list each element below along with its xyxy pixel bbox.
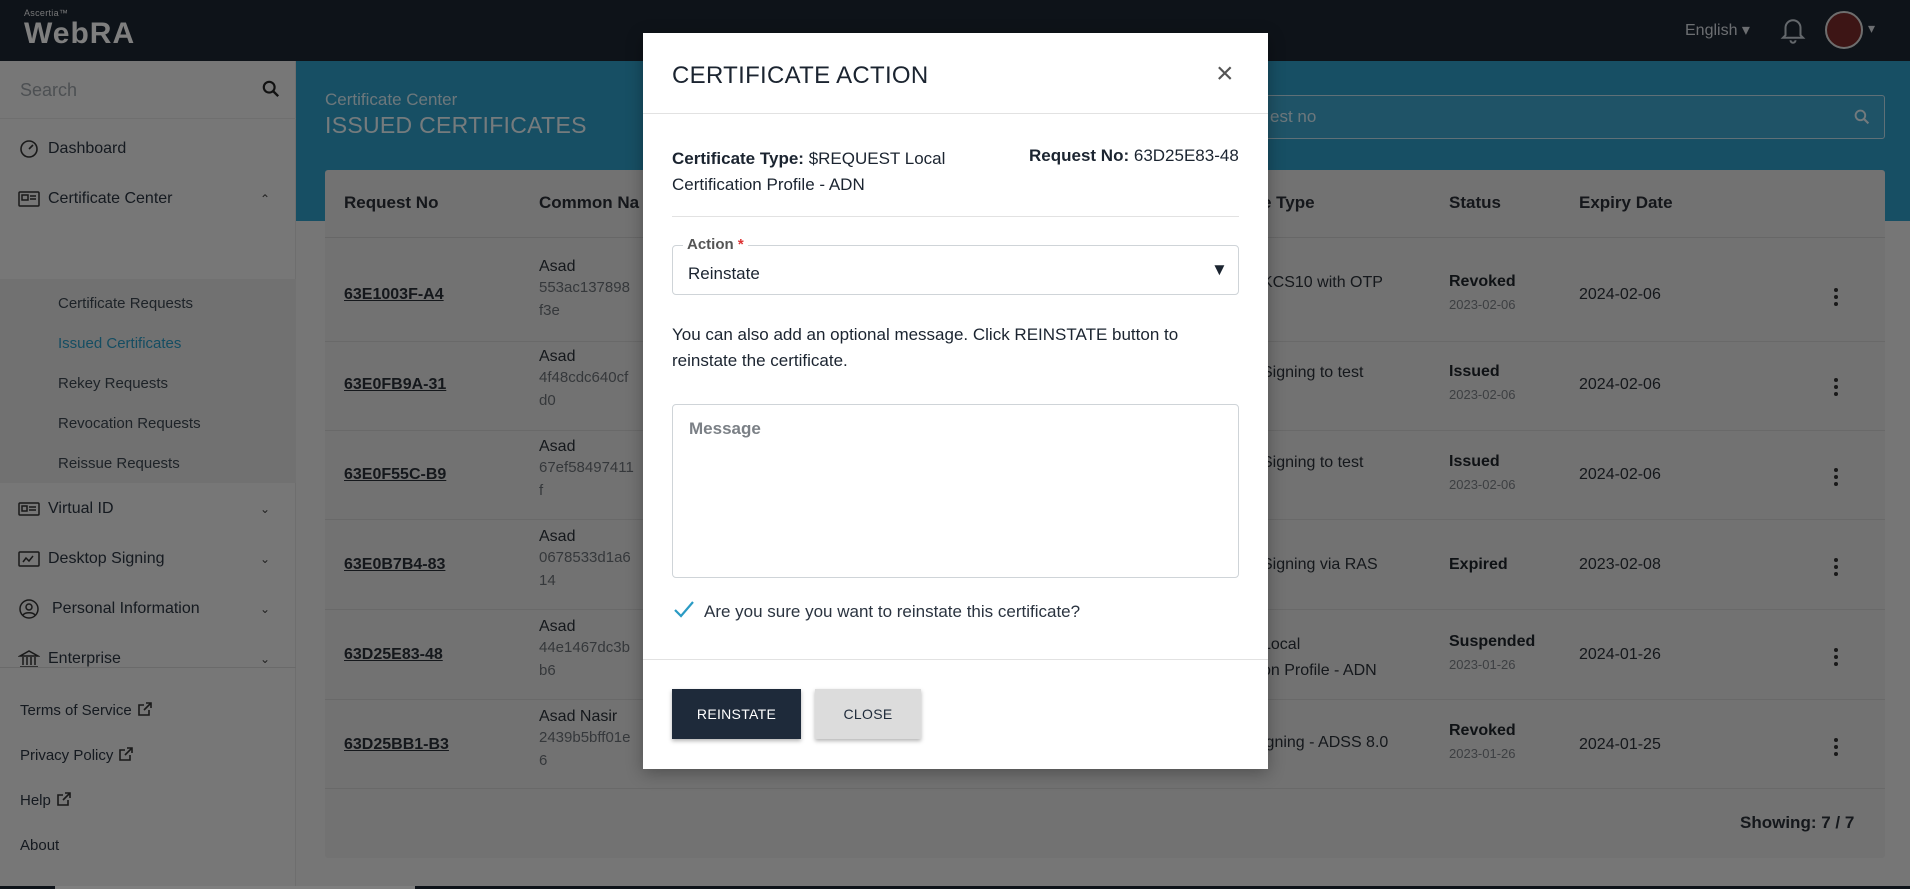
confirm-checkbox-label: Are you sure you want to reinstate this … [704,602,1081,621]
reinstate-button[interactable]: REINSTATE [672,689,801,739]
certificate-type: Certificate Type: $REQUEST Local Certifi… [672,146,972,198]
dialog-title: CERTIFICATE ACTION [672,62,929,89]
dropdown-caret-icon[interactable]: ▼ [1211,260,1228,280]
checkmark-icon[interactable] [672,597,696,621]
close-icon[interactable]: × [1216,59,1234,89]
action-label-text: Action [687,236,734,253]
action-selected-value: Reinstate [688,264,760,283]
instruction-text: You can also add an optional message. Cl… [672,325,1179,370]
request-number-label: Request No: [1029,146,1130,165]
dialog-info-divider [672,216,1239,217]
request-number-value: 63D25E83-48 [1133,146,1239,165]
close-button[interactable]: CLOSE [815,689,921,739]
dialog-footer-divider [643,659,1268,660]
action-field-label: Action * [683,236,748,253]
message-field[interactable] [672,404,1239,578]
dialog-header-divider [643,113,1268,114]
certificate-type-label: Certificate Type: [672,149,804,168]
message-textarea[interactable] [673,405,1238,577]
action-select[interactable]: Action * Reinstate ▼ [672,236,1239,295]
required-marker: * [737,236,744,253]
request-number: Request No: 63D25E83-48 [1029,146,1239,166]
certificate-action-dialog: CERTIFICATE ACTION × Certificate Type: $… [643,33,1268,769]
